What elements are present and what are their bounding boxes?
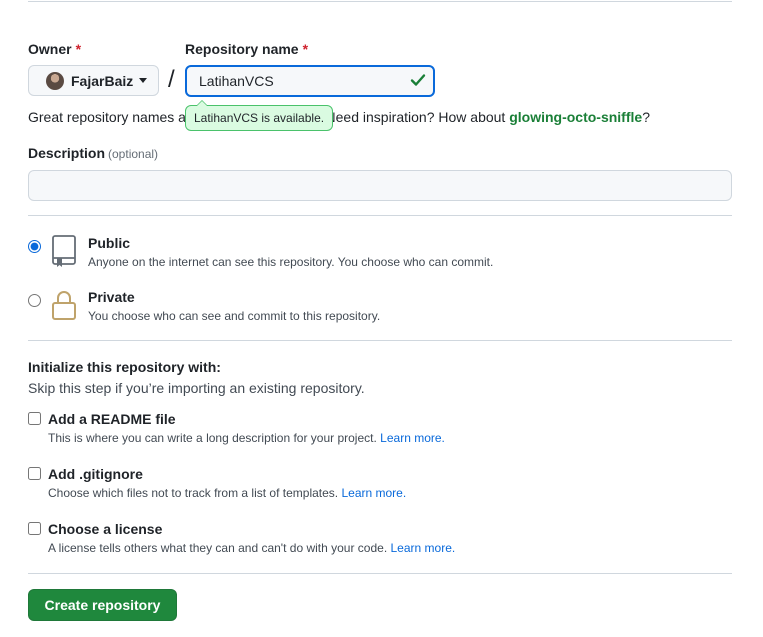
- readme-option-title: Add a README file: [48, 411, 176, 427]
- gitignore-checkbox[interactable]: [28, 467, 41, 480]
- owner-repo-separator: /: [168, 66, 175, 93]
- description-label: Description (optional): [28, 145, 159, 161]
- readme-checkbox[interactable]: [28, 412, 41, 425]
- license-option-title: Choose a license: [48, 521, 163, 537]
- description-input[interactable]: [28, 170, 732, 201]
- license-option-description: A license tells others what they can and…: [48, 541, 456, 555]
- optional-tag: (optional): [108, 147, 159, 161]
- readme-learn-more-link[interactable]: Learn more.: [380, 431, 445, 445]
- repository-name-required-mark: *: [302, 41, 309, 57]
- owner-label: Owner *: [28, 41, 82, 57]
- private-option-title: Private: [88, 289, 135, 305]
- initialize-subtitle: Skip this step if you’re importing an ex…: [28, 380, 365, 396]
- lock-icon: [52, 291, 76, 320]
- create-repository-button[interactable]: Create repository: [28, 589, 177, 621]
- gitignore-option-title: Add .gitignore: [48, 466, 143, 482]
- repository-name-label: Repository name *: [185, 41, 309, 57]
- divider: [28, 340, 732, 341]
- availability-tooltip: LatihanVCS is available.: [185, 100, 334, 131]
- avatar: [46, 71, 64, 90]
- divider: [28, 573, 732, 574]
- private-radio[interactable]: [28, 294, 41, 307]
- owner-name: FajarBaiz: [71, 72, 134, 89]
- new-repository-form: Owner* FajarBaiz / Repository name* Grea…: [0, 0, 763, 637]
- gitignore-option-description: Choose which files not to track from a l…: [48, 486, 407, 500]
- license-checkbox[interactable]: [28, 522, 41, 535]
- suggested-name-link[interactable]: glowing-octo-sniffle: [509, 109, 642, 125]
- divider: [28, 215, 732, 216]
- owner-required-mark: *: [75, 41, 82, 57]
- initialize-heading: Initialize this repository with:: [28, 359, 221, 375]
- check-icon: [410, 74, 426, 86]
- owner-dropdown-button[interactable]: FajarBaiz: [28, 65, 159, 96]
- license-learn-more-link[interactable]: Learn more.: [391, 541, 456, 555]
- public-option-title: Public: [88, 235, 131, 251]
- gitignore-learn-more-link[interactable]: Learn more.: [341, 486, 406, 500]
- public-option-description: Anyone on the internet can see this repo…: [88, 255, 494, 269]
- top-divider: [28, 1, 732, 2]
- public-radio[interactable]: [28, 240, 41, 253]
- repository-name-input[interactable]: [185, 65, 435, 97]
- chevron-down-icon: [139, 78, 148, 83]
- repo-icon: [52, 235, 76, 267]
- repository-name-hint: Great repository names a e. Need inspirat…: [28, 109, 650, 125]
- readme-option-description: This is where you can write a long descr…: [48, 431, 445, 445]
- private-option-description: You choose who can see and commit to thi…: [88, 309, 381, 323]
